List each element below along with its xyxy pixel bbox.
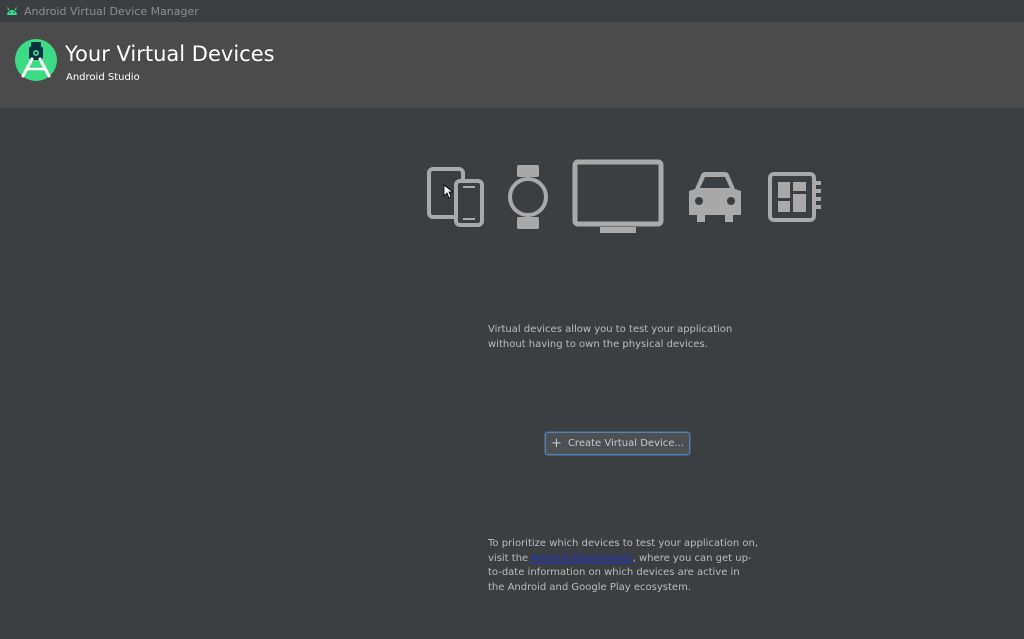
page-subtitle: Android Studio	[66, 72, 140, 83]
avd-manager-window: Android Virtual Device Manager Your Virt…	[0, 0, 1024, 639]
page-title: Your Virtual Devices	[65, 42, 275, 66]
car-icon	[689, 172, 741, 222]
tv-icon	[572, 159, 664, 233]
android-studio-logo-icon	[15, 39, 57, 81]
title-bar: Android Virtual Device Manager	[0, 0, 1024, 22]
device-types-illustration	[420, 155, 830, 245]
page-header: Your Virtual Devices Android Studio	[0, 22, 1024, 108]
description-text: Virtual devices allow you to test your a…	[488, 324, 733, 350]
watch-icon	[508, 165, 548, 229]
window-title: Android Virtual Device Manager	[24, 4, 199, 18]
android-icon	[7, 7, 17, 15]
create-virtual-device-button[interactable]: + Create Virtual Device...	[545, 432, 690, 455]
mouse-cursor-icon	[443, 184, 453, 199]
android-dashboards-link[interactable]: Android Dashboards	[531, 553, 632, 564]
phone-tablet-icon	[427, 167, 484, 227]
plus-icon: +	[551, 436, 562, 451]
things-board-icon	[768, 172, 821, 222]
create-virtual-device-label: Create Virtual Device...	[567, 438, 684, 449]
dashboards-info-text: To prioritize which devices to test your…	[488, 537, 758, 595]
